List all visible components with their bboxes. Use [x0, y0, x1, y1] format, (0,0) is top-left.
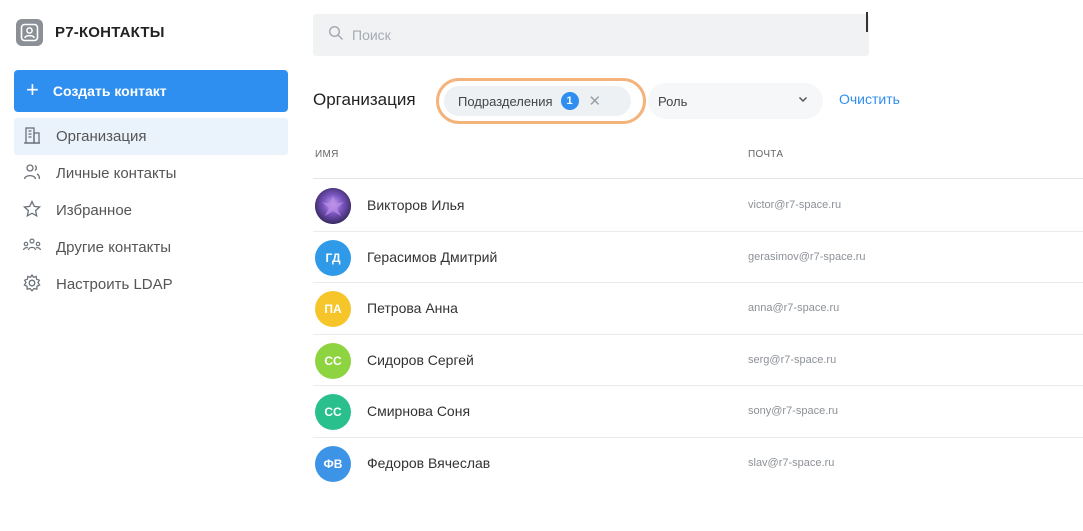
- table-row[interactable]: ГД Герасимов Дмитрий gerasimov@r7-space.…: [313, 232, 1083, 283]
- sidebar-item-organization[interactable]: Организация: [14, 118, 288, 155]
- clear-filters-link[interactable]: Очистить: [839, 91, 900, 107]
- text-cursor: [866, 12, 868, 32]
- sidebar-item-personal-contacts[interactable]: Личные контакты: [14, 155, 288, 192]
- avatar-initials: ГД: [325, 250, 341, 265]
- sidebar-item-label: Избранное: [56, 202, 133, 219]
- table-row[interactable]: Викторов Илья victor@r7-space.ru: [313, 180, 1083, 232]
- department-filter-chip[interactable]: Подразделения 1 ✕: [444, 86, 631, 116]
- avatar: ПА: [315, 291, 351, 327]
- contact-name: Викторов Илья: [367, 197, 465, 213]
- sidebar-item-ldap-settings[interactable]: Настроить LDAP: [14, 266, 288, 303]
- column-header-email[interactable]: ПОЧТА: [748, 149, 783, 160]
- avatar: ФВ: [315, 445, 351, 482]
- avatar: СС: [315, 394, 351, 430]
- building-icon: [22, 125, 42, 149]
- contact-email: gerasimov@r7-space.ru: [748, 250, 866, 263]
- chip-label: Подразделения: [458, 93, 553, 109]
- app-title: Р7-КОНТАКТЫ: [55, 24, 165, 41]
- contact-name: Сидоров Сергей: [367, 351, 474, 368]
- sidebar-item-label: Личные контакты: [56, 165, 177, 182]
- star-icon: [22, 199, 42, 223]
- role-select[interactable]: Роль: [648, 83, 823, 119]
- header-divider: [313, 178, 1083, 179]
- avatar-initials: ПА: [324, 302, 342, 316]
- gear-icon: [22, 273, 42, 297]
- chevron-down-icon: [797, 92, 809, 110]
- table-row[interactable]: СС Сидоров Сергей serg@r7-space.ru: [313, 335, 1083, 386]
- avatar-initials: СС: [324, 405, 342, 419]
- contacts-table: Викторов Илья victor@r7-space.ru ГД Гера…: [313, 180, 1083, 489]
- contact-email: serg@r7-space.ru: [748, 353, 837, 366]
- contacts-logo-icon: [16, 19, 43, 46]
- sidebar-item-label: Настроить LDAP: [56, 276, 173, 293]
- create-contact-label: Создать контакт: [52, 83, 167, 99]
- filter-bar: Организация Подразделения 1 ✕ Роль Очист…: [313, 78, 1073, 124]
- avatar: ГД: [315, 239, 351, 276]
- search-placeholder: Поиск: [352, 27, 391, 43]
- search-input[interactable]: Поиск: [313, 14, 869, 56]
- table-row[interactable]: ФВ Федоров Вячеслав slav@r7-space.ru: [313, 438, 1083, 490]
- avatar-initials: СС: [324, 353, 342, 368]
- search-icon: [328, 25, 344, 46]
- contact-email: victor@r7-space.ru: [748, 199, 842, 211]
- table-row[interactable]: ПА Петрова Анна anna@r7-space.ru: [313, 283, 1083, 335]
- contact-name: Герасимов Дмитрий: [367, 248, 498, 265]
- avatar: [315, 188, 351, 224]
- avatar-initials: ФВ: [323, 456, 343, 471]
- section-title: Организация: [313, 90, 416, 109]
- contact-email: sony@r7-space.ru: [748, 405, 839, 417]
- avatar: СС: [315, 342, 351, 379]
- sidebar-item-label: Другие контакты: [56, 239, 171, 256]
- sidebar-item-favorites[interactable]: Избранное: [14, 192, 288, 229]
- plus-icon: +: [26, 77, 39, 102]
- sidebar-item-other-contacts[interactable]: Другие контакты: [14, 229, 288, 266]
- brand: Р7-КОНТАКТЫ: [16, 19, 165, 46]
- group-icon: [22, 236, 42, 260]
- sidebar-item-label: Организация: [56, 128, 147, 145]
- table-row[interactable]: СС Смирнова Соня sony@r7-space.ru: [313, 386, 1083, 438]
- role-select-label: Роль: [658, 93, 688, 109]
- chip-count-badge: 1: [560, 92, 579, 110]
- contact-name: Федоров Вячеслав: [367, 454, 491, 471]
- people-icon: [22, 162, 42, 186]
- close-icon[interactable]: ✕: [589, 92, 602, 110]
- contact-name: Смирнова Соня: [367, 403, 471, 419]
- app-root: Р7-КОНТАКТЫ + Создать контакт Организаци…: [0, 0, 1083, 531]
- column-header-name[interactable]: ИМЯ: [315, 149, 339, 160]
- sidebar-nav: Организация Личные контакты Избранное Др…: [14, 118, 288, 303]
- create-contact-button[interactable]: + Создать контакт: [14, 70, 288, 112]
- contact-name: Петрова Анна: [367, 300, 458, 316]
- contact-email: slav@r7-space.ru: [748, 456, 835, 469]
- contact-email: anna@r7-space.ru: [748, 302, 840, 314]
